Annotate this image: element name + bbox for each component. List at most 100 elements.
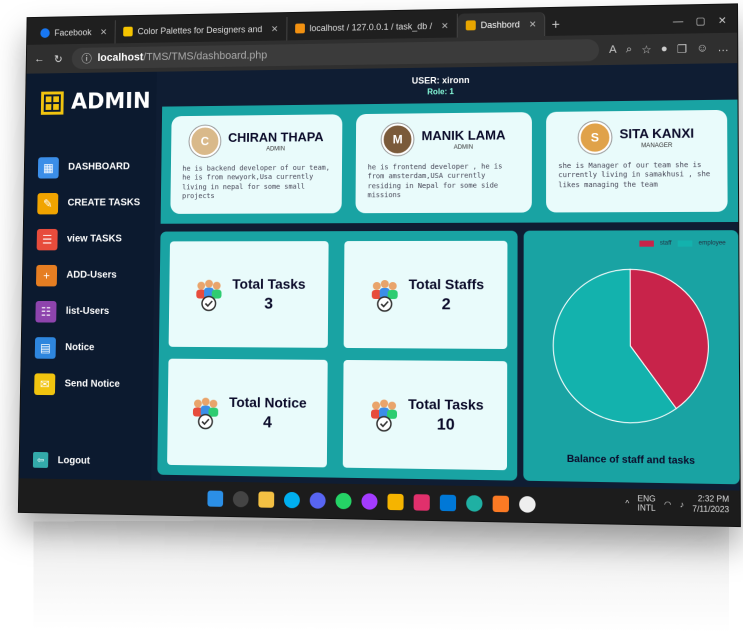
member-name: CHIRAN THAPA [228, 129, 324, 145]
close-window-button[interactable]: ✕ [718, 16, 727, 27]
volume-icon[interactable]: ♪ [680, 500, 684, 509]
main-content: USER: xironn Role: 1 C CHIRAN THAPA ADMIN… [151, 63, 739, 492]
file-explorer-icon[interactable] [258, 491, 274, 507]
sidebar-item-list-users[interactable]: ☷ list-Users [22, 293, 154, 330]
github-icon[interactable] [519, 496, 535, 513]
legend-swatch-staff [639, 241, 653, 247]
vscode-icon[interactable] [440, 495, 456, 512]
stat-value: 2 [408, 296, 484, 314]
extension-icon[interactable]: ● [661, 42, 668, 55]
screen-reflection [34, 518, 729, 631]
window-controls: — ▢ ✕ [663, 15, 737, 33]
more-icon[interactable]: … [717, 41, 729, 54]
sidebar-item-label: DASHBOARD [68, 161, 130, 172]
close-tab-icon[interactable]: ✕ [441, 20, 449, 31]
read-aloud-icon[interactable]: A [609, 43, 617, 56]
team-member-card: M MANIK LAMA ADMIN he is frontend develop… [355, 112, 531, 213]
sidebar-item-label: Send Notice [65, 379, 120, 390]
tab-facebook[interactable]: Facebook ✕ [33, 20, 116, 45]
brand-title: ADMIN [71, 89, 151, 114]
logout-icon: ⇦ [33, 452, 48, 468]
clock[interactable]: 2:32 PM 7/11/2023 [692, 494, 729, 516]
stat-label: Total Tasks [232, 275, 305, 291]
sidebar-item-label: list-Users [66, 306, 110, 317]
dashboard-tab-icon [466, 20, 476, 30]
profile-icon[interactable]: ☺ [696, 42, 708, 55]
windows-start-icon[interactable] [207, 491, 223, 507]
extensions-bar: A ⌕ ☆ ● ❐ ☺ … [609, 41, 729, 56]
team-member-card: C CHIRAN THAPA ADMIN he is backend develo… [170, 114, 342, 214]
send-notice-icon: ✉ [34, 373, 55, 395]
sidebar-item-dashboard[interactable]: ▦ DASHBOARD [25, 149, 156, 186]
tab-color-palettes[interactable]: Color Palettes for Designers and ✕ [116, 17, 288, 43]
search-icon[interactable] [233, 491, 249, 507]
wifi-icon[interactable]: ◠ [664, 500, 671, 509]
admin-logo-icon [41, 91, 64, 114]
browser-window: Facebook ✕ Color Palettes for Designers a… [18, 3, 741, 527]
collections-icon[interactable]: ❐ [677, 42, 687, 55]
stat-card: Total Staffs 2 [344, 241, 508, 349]
close-tab-icon[interactable]: ✕ [529, 19, 537, 30]
avatar: C [189, 125, 220, 157]
member-description: she is Manager of our team she is curren… [558, 161, 715, 191]
team-check-icon [188, 394, 223, 430]
discord-icon[interactable] [310, 492, 326, 508]
legend-label: staff [660, 241, 672, 247]
member-description: he is backend developer of our team, he … [182, 164, 330, 202]
url-field[interactable]: ⓘ localhost/TMS/TMS/dashboard.php [72, 39, 599, 69]
sidebar-item-label: Notice [65, 342, 94, 353]
avatar: M [382, 123, 414, 155]
url-host: localhost [97, 52, 143, 64]
close-tab-icon[interactable]: ✕ [100, 27, 107, 38]
logout-button[interactable]: ⇦ Logout [33, 452, 90, 469]
favorite-icon[interactable]: ☆ [641, 43, 651, 56]
folder-icon[interactable] [387, 494, 403, 511]
brand: ADMIN [26, 89, 157, 115]
sidebar: ADMIN ▦ DASHBOARD ✎ CREATE TASKS ☰ view TAS… [19, 72, 156, 482]
clipboard-icon: ✎ [37, 193, 58, 214]
avatar: S [579, 121, 612, 154]
tray-chevron-icon[interactable]: ^ [625, 499, 629, 508]
system-tray: ^ ENG INTL ◠ ♪ 2:32 PM 7/11/2023 [625, 493, 729, 516]
messenger-icon[interactable] [361, 493, 377, 510]
edge-icon[interactable] [466, 495, 482, 512]
language-indicator[interactable]: ENG INTL [638, 494, 656, 513]
back-icon[interactable]: ← [34, 53, 44, 65]
sidebar-item-label: view TASKS [67, 234, 122, 245]
reload-icon[interactable]: ↻ [54, 52, 63, 65]
sidebar-item-view-tasks[interactable]: ☰ view TASKS [23, 221, 155, 257]
xampp-icon[interactable] [493, 496, 509, 513]
list-view-icon: ☰ [37, 228, 58, 249]
new-tab-button[interactable]: + [546, 16, 566, 36]
sidebar-item-send-notice[interactable]: ✉ Send Notice [21, 365, 153, 403]
tab-dashbord[interactable]: Dashbord ✕ [458, 12, 546, 37]
phpmyadmin-icon [295, 23, 305, 33]
sidebar-item-create-tasks[interactable]: ✎ CREATE TASKS [24, 185, 155, 222]
member-name: SITA KANXI [619, 125, 694, 141]
team-check-icon [191, 276, 226, 312]
tab-label: Facebook [54, 27, 91, 37]
tab-label: Color Palettes for Designers and [137, 24, 262, 36]
sidebar-item-label: CREATE TASKS [68, 197, 141, 208]
close-tab-icon[interactable]: ✕ [271, 23, 278, 34]
member-role: ADMIN [228, 146, 324, 153]
member-role: ADMIN [421, 144, 505, 151]
maximize-button[interactable]: ▢ [696, 16, 706, 27]
logout-label: Logout [58, 455, 90, 466]
stat-label: Total Staffs [409, 276, 485, 292]
sidebar-item-notice[interactable]: ▤ Notice [21, 329, 153, 366]
sidebar-item-label: ADD-Users [66, 270, 116, 281]
info-icon[interactable]: ⓘ [81, 51, 92, 67]
tab-phpmyadmin[interactable]: localhost / 127.0.0.1 / task_db / ✕ [287, 14, 458, 41]
instagram-icon[interactable] [414, 494, 430, 511]
taskbar-icons [207, 491, 535, 513]
member-name: MANIK LAMA [421, 127, 505, 143]
skype-icon[interactable] [284, 492, 300, 508]
facebook-icon [40, 28, 50, 38]
sidebar-item-add-users[interactable]: + ADD-Users [23, 257, 155, 293]
member-role: MANAGER [619, 142, 694, 149]
stat-value: 4 [229, 413, 307, 432]
whatsapp-icon[interactable] [336, 493, 352, 509]
minimize-button[interactable]: — [673, 16, 683, 27]
zoom-icon[interactable]: ⌕ [626, 43, 632, 56]
